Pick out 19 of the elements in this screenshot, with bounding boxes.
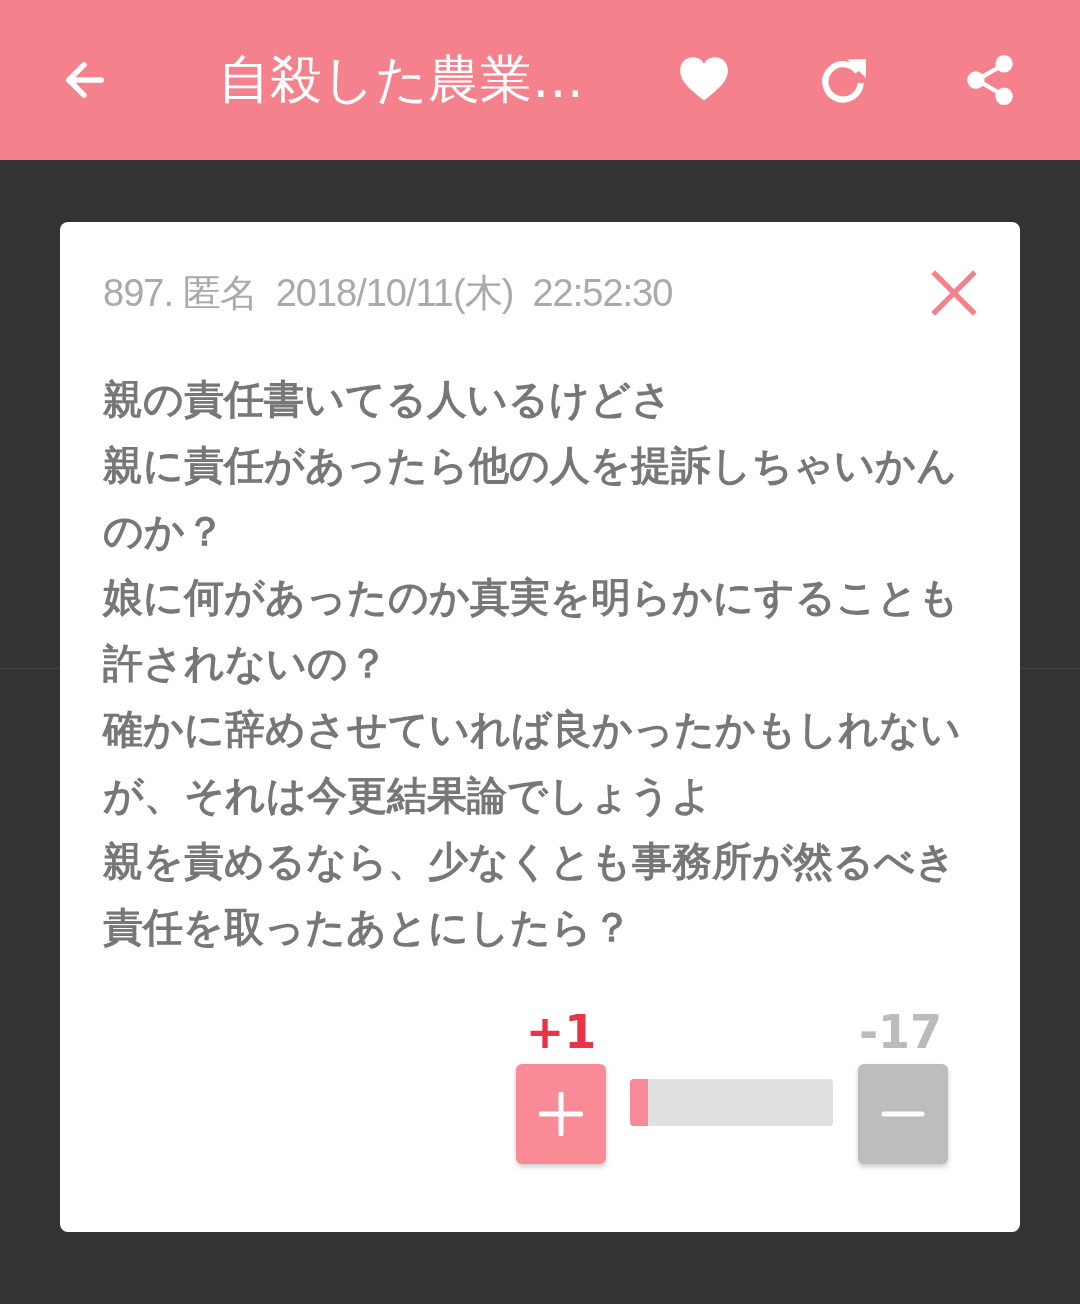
plus-count: +1 bbox=[525, 1004, 597, 1060]
comment-line: 許されないの？ bbox=[103, 639, 388, 688]
plus-button[interactable] bbox=[516, 1064, 606, 1164]
close-icon[interactable] bbox=[929, 268, 979, 318]
comment-line: 親を責めるなら、少なくとも事務所が然るべき bbox=[103, 837, 956, 886]
comment-line: が、それは今更結果論でしょうよ bbox=[103, 771, 712, 820]
minus-button[interactable] bbox=[858, 1064, 948, 1164]
comment-line: 娘に何があったのか真実を明らかにすることも bbox=[103, 573, 959, 622]
comment-line: のか？ bbox=[103, 507, 225, 556]
comment-line: 確かに辞めさせていれば良かったかもしれない bbox=[103, 705, 961, 754]
comment-line: 親の責任書いてる人いるけどさ bbox=[103, 375, 672, 424]
comment-line: 親に責任があったら他の人を提訴しちゃいかん bbox=[103, 441, 957, 490]
app-title: 自殺した農業… bbox=[218, 48, 585, 111]
comment-meta: 897. 匿名 2018/10/11(木) 22:52:30 bbox=[103, 270, 673, 316]
plus-icon bbox=[539, 1092, 583, 1136]
minus-count: -17 bbox=[858, 1004, 942, 1060]
share-icon[interactable] bbox=[964, 54, 1016, 106]
comment-line: 責任を取ったあとにしたら？ bbox=[103, 903, 632, 952]
minus-icon bbox=[881, 1111, 925, 1117]
